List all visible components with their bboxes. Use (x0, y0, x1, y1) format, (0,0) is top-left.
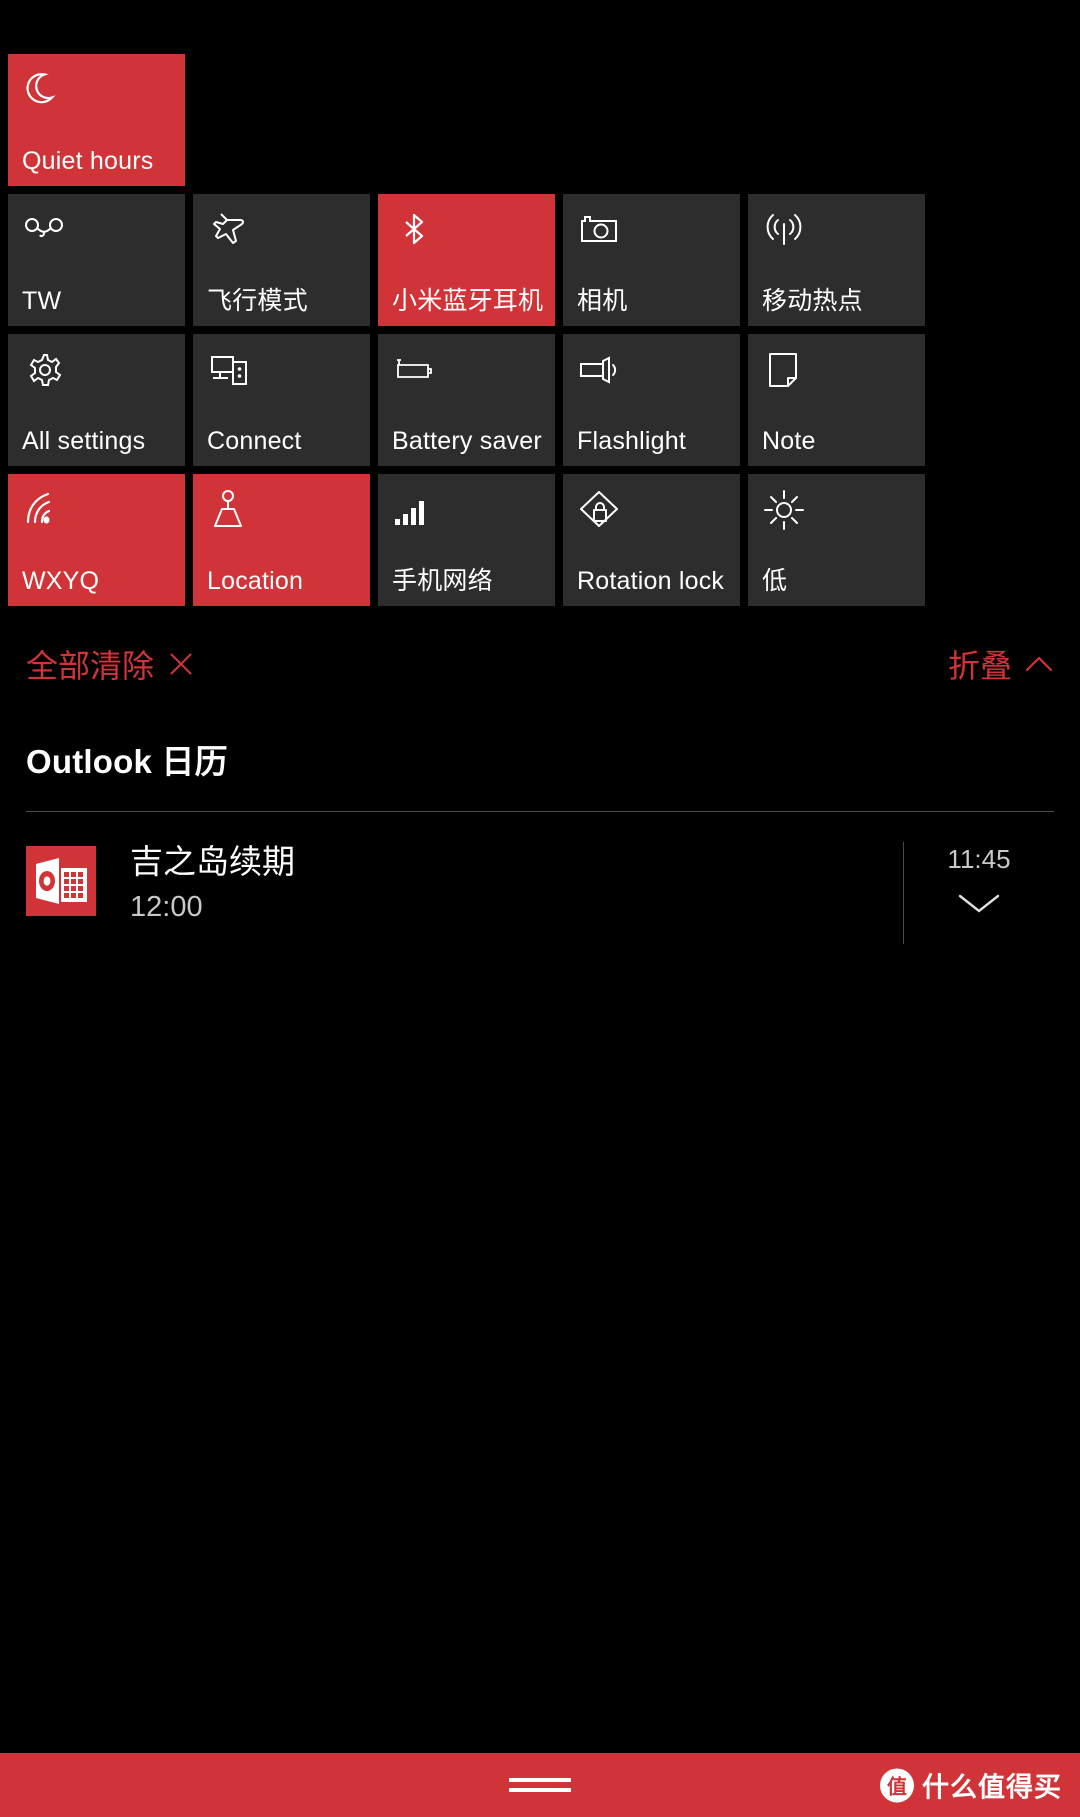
notification-meta: 11:45 (903, 842, 1054, 944)
quick-action-tile-note[interactable]: Note (748, 334, 925, 466)
bluetooth-icon (392, 208, 543, 252)
battery-saver-icon (392, 348, 543, 392)
quick-action-label: Quiet hours (22, 147, 154, 175)
cellular-signal-icon (392, 488, 543, 532)
gear-icon (22, 348, 173, 392)
quick-action-label: 小米蓝牙耳机 (392, 287, 544, 315)
quick-action-label: 移动热点 (762, 287, 863, 315)
notification-title: 吉之岛续期 (130, 843, 295, 880)
quick-action-tile-camera[interactable]: 相机 (563, 194, 740, 326)
quick-action-tile-tw[interactable]: TW (8, 194, 185, 326)
quick-action-tile-airplane-mode[interactable]: 飞行模式 (193, 194, 370, 326)
watermark-text: 什么值得买 (922, 1772, 1062, 1803)
quick-action-tile-bluetooth[interactable]: 小米蓝牙耳机 (378, 194, 555, 326)
quick-action-label: Note (762, 427, 816, 455)
watermark: 值 什么值得买 (880, 1766, 1062, 1805)
collapse-button[interactable]: 折叠 (948, 641, 1054, 687)
quick-action-tile-empty (563, 54, 740, 186)
camera-icon (577, 208, 728, 252)
clear-all-button[interactable]: 全部清除 (26, 641, 196, 687)
quick-action-tile-empty (748, 54, 925, 186)
quick-action-tile-brightness[interactable]: 低 (748, 474, 925, 606)
quick-action-label: 手机网络 (392, 567, 493, 595)
clear-all-label: 全部清除 (26, 648, 155, 684)
bottom-navigation-bar: 值 什么值得买 (0, 1753, 1080, 1817)
notification-body: 吉之岛续期 12:00 (96, 842, 903, 926)
quick-action-tile-battery-saver[interactable]: Battery saver (378, 334, 555, 466)
quick-action-label: Battery saver (392, 427, 542, 455)
notification-time: 11:45 (947, 844, 1011, 874)
quick-actions-row: All settings Connect Battery saver Flash… (8, 334, 1072, 466)
moon-icon (22, 68, 173, 112)
quick-action-label: 飞行模式 (207, 287, 308, 315)
quick-actions-grid: Quiet hours TW 飞行模式 小米蓝牙耳机 相机 移动热点 All s… (8, 54, 1072, 614)
action-links-row: 全部清除 折叠 (0, 625, 1080, 703)
quick-actions-row: Quiet hours (8, 54, 1072, 186)
quick-action-label: 相机 (577, 287, 628, 315)
quick-action-tile-all-settings[interactable]: All settings (8, 334, 185, 466)
quick-action-label: Connect (207, 427, 302, 455)
nav-handle-icon[interactable] (509, 1778, 571, 1792)
notification-item[interactable]: 吉之岛续期 12:00 11:45 (0, 812, 1080, 944)
quick-action-label: Location (207, 567, 304, 595)
quick-action-label: Flashlight (577, 427, 686, 455)
rotation-lock-icon (577, 488, 728, 532)
connect-icon (207, 348, 358, 392)
wifi-icon (22, 488, 173, 532)
quick-action-tile-cellular[interactable]: 手机网络 (378, 474, 555, 606)
close-icon (166, 649, 196, 679)
vpn-icon (22, 208, 173, 252)
quick-actions-row: WXYQ Location 手机网络 Rotation lock 低 (8, 474, 1072, 606)
brightness-icon (762, 488, 913, 532)
quick-action-tile-empty (193, 54, 370, 186)
quick-action-tile-location[interactable]: Location (193, 474, 370, 606)
quick-action-label: WXYQ (22, 567, 100, 595)
airplane-icon (207, 208, 358, 252)
quick-actions-row: TW 飞行模式 小米蓝牙耳机 相机 移动热点 (8, 194, 1072, 326)
quick-action-tile-quiet-hours[interactable]: Quiet hours (8, 54, 185, 186)
hotspot-icon (762, 208, 913, 252)
notification-group-outlook-calendar: Outlook 日历 吉之岛续期 12:00 11:45 (0, 735, 1080, 944)
note-icon (762, 348, 913, 392)
watermark-badge: 值 (880, 1768, 914, 1802)
quick-action-tile-flashlight[interactable]: Flashlight (563, 334, 740, 466)
quick-action-label: TW (22, 287, 62, 315)
quick-action-tile-wifi[interactable]: WXYQ (8, 474, 185, 606)
quick-action-label: 低 (762, 567, 788, 595)
notification-subtitle: 12:00 (130, 891, 203, 923)
location-icon (207, 488, 358, 532)
quick-action-tile-rotation-lock[interactable]: Rotation lock (563, 474, 740, 606)
chevron-down-icon[interactable] (956, 889, 1002, 922)
flashlight-icon (577, 348, 728, 392)
quick-action-label: Rotation lock (577, 567, 725, 595)
chevron-up-icon (1024, 649, 1054, 679)
quick-action-tile-empty (378, 54, 555, 186)
outlook-calendar-icon (26, 846, 96, 916)
quick-action-tile-connect[interactable]: Connect (193, 334, 370, 466)
quick-action-tile-mobile-hotspot[interactable]: 移动热点 (748, 194, 925, 326)
quick-action-label: All settings (22, 427, 146, 455)
notification-group-header[interactable]: Outlook 日历 (0, 735, 1080, 783)
collapse-label: 折叠 (947, 648, 1012, 684)
